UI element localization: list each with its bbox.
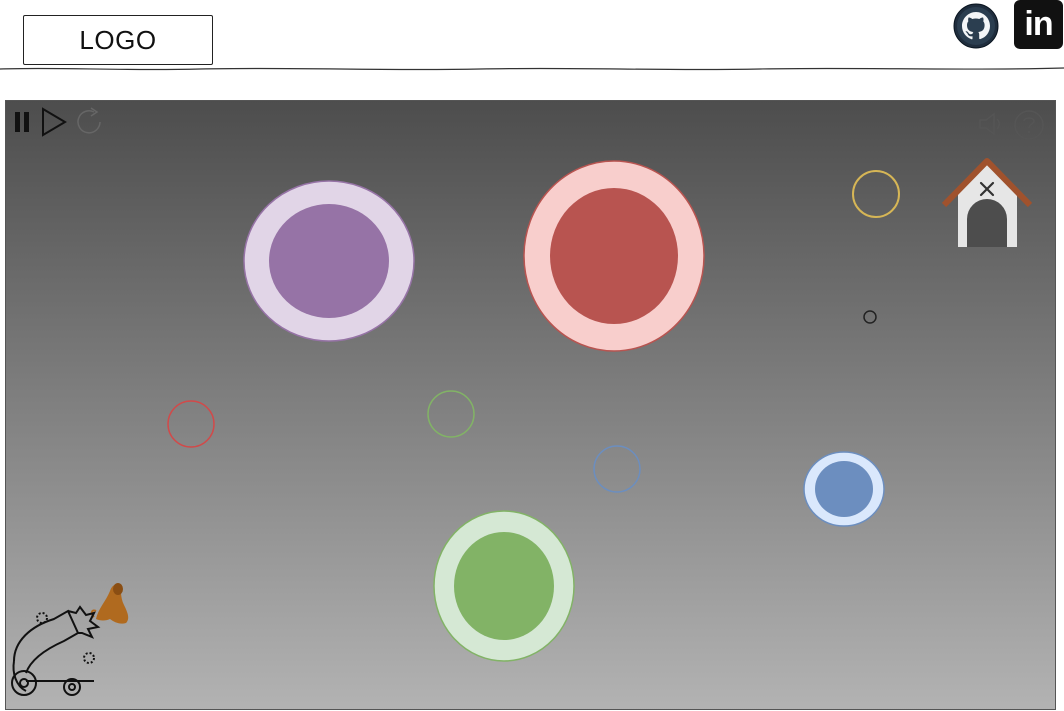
play-icon[interactable] [40, 106, 68, 138]
header: LOGO in [0, 0, 1064, 75]
header-divider [0, 67, 1064, 71]
blue-target[interactable] [803, 451, 885, 527]
github-icon[interactable] [952, 2, 1000, 50]
logo[interactable]: LOGO [23, 15, 213, 65]
restart-icon[interactable] [72, 105, 106, 139]
pause-icon[interactable] [14, 108, 30, 136]
purple-target[interactable] [243, 180, 415, 342]
green-target[interactable] [433, 510, 575, 662]
linkedin-icon[interactable]: in [1014, 0, 1063, 49]
game-canvas[interactable] [5, 100, 1056, 710]
red-target[interactable] [523, 160, 705, 352]
help-icon[interactable] [1013, 109, 1045, 141]
logo-label: LOGO [79, 24, 157, 55]
sound-icon[interactable] [977, 110, 1005, 138]
